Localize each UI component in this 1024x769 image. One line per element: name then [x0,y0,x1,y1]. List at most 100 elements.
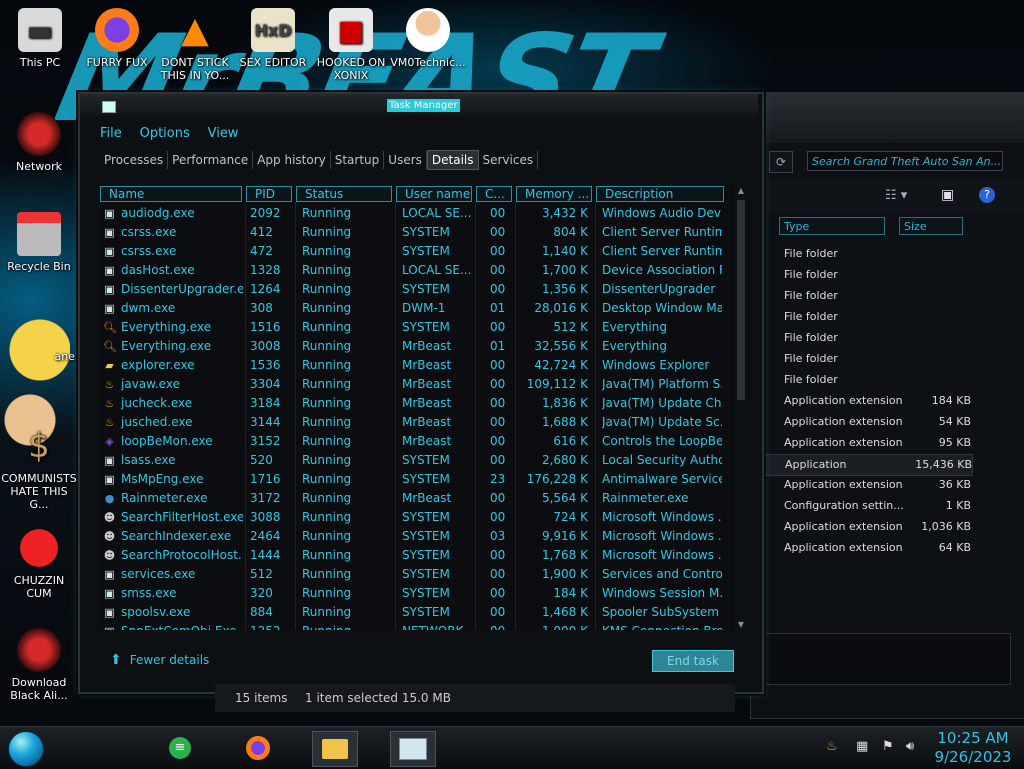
process-row[interactable]: ▣ services.exe 512 Running SYSTEM 00 1,900 K Se… [100,565,722,584]
java-icon[interactable]: ♨ [826,739,838,754]
desktop-icon-download-black-alienware[interactable]: Download Black Ali... [1,628,77,702]
file-row[interactable]: Application extension 54 KB [759,412,971,432]
process-row[interactable]: ● Rainmeter.exe 3172 Running MrBeast 00 5,564 … [100,489,720,508]
menu-file[interactable]: File [100,126,122,141]
tab-details[interactable]: Details [426,150,479,170]
desktop-icon-sex-editor[interactable]: HxD SEX EDITOR [235,8,311,69]
column-header-pid[interactable]: PID [246,186,292,202]
process-row[interactable]: ▰ explorer.exe 1536 Running MrBeast 00 42,724 … [100,356,720,375]
file-row[interactable]: File folder [759,244,971,264]
file-row[interactable]: File folder [759,349,971,369]
column-header-description[interactable]: Description [596,186,724,202]
process-row[interactable]: ▣ lsass.exe 520 Running SYSTEM 00 2,680 K Local… [100,451,722,470]
desktop-icon-control-panel[interactable]: anel [14,350,78,363]
process-memory: 1,700 K [541,263,588,277]
fewer-details-link[interactable]: ⬆ Fewer details [110,652,209,668]
process-row[interactable]: ▣ dasHost.exe 1328 Running LOCAL SE... 00 1,70… [100,261,722,280]
process-description: Antimalware Service ... [602,472,722,486]
explorer-status-bar: 15 items 1 item selected 15.0 MB [215,684,735,712]
process-row[interactable]: ◈ loopBeMon.exe 3152 Running MrBeast 00 616 K C… [100,432,722,451]
end-task-button[interactable]: End task [652,650,734,672]
file-row[interactable]: Application extension 64 KB [759,538,971,558]
process-name: javaw.exe [121,377,180,391]
flag-icon[interactable]: ⚑ [882,739,894,754]
taskbar-clock[interactable]: 10:25 AM 9/26/2023 [933,729,1013,767]
process-row[interactable]: ▣ csrss.exe 472 Running SYSTEM 00 1,140 K Clien… [100,242,722,261]
desktop-icon-vlc[interactable]: ▲ DONT STICK THIS IN YO... [157,8,233,82]
file-row[interactable]: File folder [759,265,971,285]
column-header-status[interactable]: Status [296,186,392,202]
title-bar[interactable]: Task Manager [80,94,758,116]
file-row[interactable]: File folder [759,328,971,348]
process-row[interactable]: ☻ SearchProtocolHost.... 1444 Running SYSTEM… [100,546,722,565]
file-row[interactable]: File folder [759,370,971,390]
process-status: Running [302,510,352,524]
process-user: SYSTEM [402,472,450,486]
process-row[interactable]: ▣ smss.exe 320 Running SYSTEM 00 184 K Windows … [100,584,722,603]
file-row[interactable]: Application extension 184 KB [759,391,971,411]
desktop-icon-communists[interactable]: $ COMMUNISTS HATE THIS G... [1,424,77,512]
file-row[interactable]: Configuration settin... 1 KB [759,496,971,516]
view-options-icon[interactable]: ☷ ▾ [885,188,907,203]
column-header-type[interactable]: Type [779,217,885,235]
desktop-icon-chuzzin[interactable]: CHUZZIN CUM [1,526,77,600]
network-error-icon[interactable]: ▦ [856,739,868,754]
desktop-icon-hooked-on-xonix[interactable]: ■ HOOKED ON XONIX [313,8,389,82]
process-row[interactable]: ▣ DissenterUpgrader.exe 1264 Running SYSTEM 0… [100,280,720,299]
firefox-icon[interactable] [236,731,280,765]
desktop-icon-furry-fux[interactable]: FURRY FUX [79,8,155,69]
process-row[interactable]: ▣ MsMpEng.exe 1716 Running SYSTEM 23 176,228 K… [100,470,722,489]
file-row[interactable]: Application 15,436 KB [759,454,973,476]
start-button[interactable] [8,731,44,767]
column-header-size[interactable]: Size [899,217,963,235]
scroll-up-arrow-icon[interactable]: ▲ [736,186,746,196]
process-row[interactable]: 🔍︎ Everything.exe 3008 Running MrBeast 01 32,5… [100,337,720,356]
search-input[interactable]: Search Grand Theft Auto San An... [807,151,1003,171]
column-header-user-name[interactable]: User name [396,186,472,202]
file-row[interactable]: Application extension 36 KB [759,475,971,495]
file-row[interactable]: Application extension 95 KB [759,433,971,453]
tab-performance[interactable]: Performance [168,151,254,169]
tab-app-history[interactable]: App history [253,151,331,169]
tab-processes[interactable]: Processes [100,151,169,169]
file-row[interactable]: File folder [759,286,971,306]
file-row[interactable]: File folder [759,307,971,327]
process-row[interactable]: ♨ jusched.exe 3144 Running MrBeast 00 1,688 K J… [100,413,722,432]
column-header-cpu[interactable]: C... [476,186,512,202]
help-icon[interactable]: ? [979,187,995,203]
process-row[interactable]: ♨ jucheck.exe 3184 Running MrBeast 00 1,836 K J… [100,394,722,413]
process-row[interactable]: ▣ csrss.exe 412 Running SYSTEM 00 804 K Client … [100,223,722,242]
volume-icon[interactable]: 🔊︎ [906,739,914,754]
refresh-button[interactable]: ⟳ [769,151,793,173]
scroll-down-arrow-icon[interactable]: ▼ [736,620,746,630]
column-header-memory[interactable]: Memory ... [516,186,592,202]
process-row[interactable]: 🔍︎ Everything.exe 1516 Running SYSTEM 00 512 K… [100,318,720,337]
desktop-icon-this-pc[interactable]: ▬ This PC [2,8,78,69]
desktop-icon-recycle-bin[interactable]: Recycle Bin [1,212,77,273]
column-header-name[interactable]: Name [100,186,242,202]
vertical-scrollbar[interactable]: ▲ ▼ [736,186,746,630]
tab-users[interactable]: Users [384,151,427,169]
desktop-icon-network[interactable]: Network [1,112,77,173]
process-row[interactable]: ▣ dwm.exe 308 Running DWM-1 01 28,016 K Desktop… [100,299,722,318]
desktop-icon-vm0technic[interactable]: VM0Technic... [390,8,466,69]
desktop-icon-label: FURRY FUX [86,56,148,69]
preview-pane-icon[interactable]: ▣ [941,187,954,203]
process-row[interactable]: ▣ spoolsv.exe 884 Running SYSTEM 00 1,468 K Spo… [100,603,722,622]
menu-options[interactable]: Options [140,126,190,141]
file-row[interactable]: Application extension 1,036 KB [759,517,971,537]
feedly-icon[interactable]: ≡ [158,731,202,765]
tab-startup[interactable]: Startup [331,151,385,169]
scrollbar-thumb[interactable] [737,200,745,400]
process-row[interactable]: ☻ SearchFilterHost.exe 3088 Running SYSTEM 00… [100,508,722,527]
process-description: KMS Connection Bro... [602,622,722,630]
file-explorer-icon[interactable] [312,731,358,767]
menu-view[interactable]: View [208,126,239,141]
process-row[interactable]: ▣ SppExtComObj.Exe 1252 Running NETWORK ... 0… [100,622,722,630]
process-memory: 176,228 K [526,472,588,486]
process-row[interactable]: ♨ javaw.exe 3304 Running MrBeast 00 109,112 K J… [100,375,722,394]
process-row[interactable]: ☻ SearchIndexer.exe 2464 Running SYSTEM 03 9,9… [100,527,722,546]
tab-services[interactable]: Services [479,151,539,169]
task-manager-icon[interactable] [390,731,436,767]
process-row[interactable]: ▣ audiodg.exe 2092 Running LOCAL SE... 00 3,43… [100,204,722,223]
